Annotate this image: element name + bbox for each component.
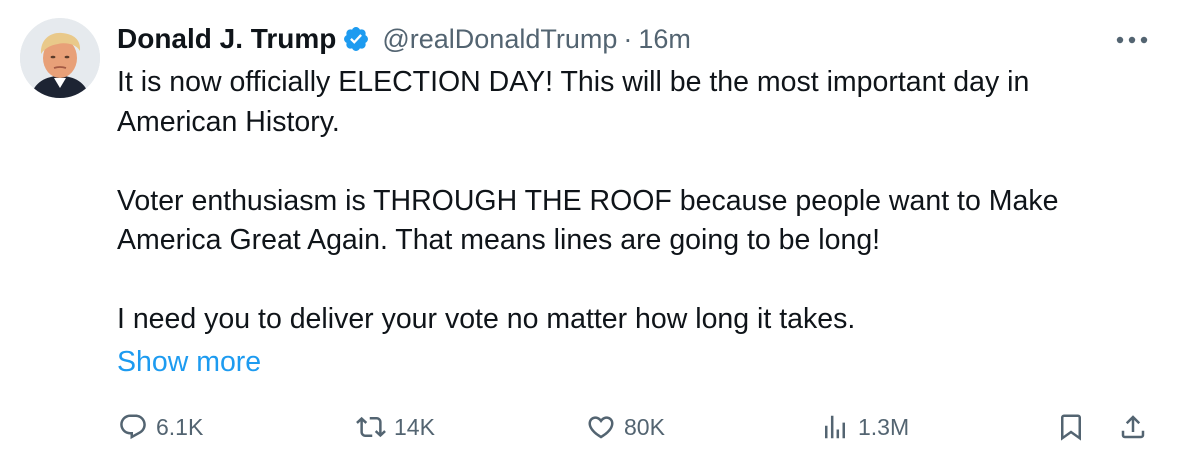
retweet-count: 14K bbox=[394, 413, 435, 440]
more-options-button[interactable] bbox=[1112, 22, 1152, 58]
bookmark-button[interactable] bbox=[1056, 405, 1086, 449]
bookmark-icon bbox=[1056, 412, 1086, 442]
tweet-text: It is now officially ELECTION DAY! This … bbox=[117, 63, 1147, 340]
avatar-image bbox=[20, 18, 100, 98]
retweet-button[interactable]: 14K bbox=[356, 405, 435, 449]
reply-button[interactable]: 6.1K bbox=[118, 405, 203, 449]
more-horizontal-icon bbox=[1116, 36, 1148, 44]
tweet-paragraph-1: It is now officially ELECTION DAY! This … bbox=[117, 66, 1030, 138]
tweet-header: Donald J. Trump @realDonaldTrump · 16m bbox=[117, 20, 691, 58]
share-icon bbox=[1118, 412, 1148, 442]
like-button[interactable]: 80K bbox=[586, 405, 665, 449]
tweet-paragraph-3: I need you to deliver your vote no matte… bbox=[117, 303, 856, 335]
views-button[interactable]: 1.3M bbox=[820, 405, 909, 449]
verified-badge-icon[interactable] bbox=[342, 25, 370, 53]
like-count: 80K bbox=[624, 413, 665, 440]
tweet-paragraph-2: Voter enthusiasm is THROUGH THE ROOF bec… bbox=[117, 184, 1059, 257]
views-count: 1.3M bbox=[858, 413, 910, 440]
display-name[interactable]: Donald J. Trump bbox=[117, 23, 336, 55]
reply-icon bbox=[118, 412, 148, 442]
reply-count: 6.1K bbox=[156, 413, 204, 440]
avatar[interactable] bbox=[20, 18, 100, 98]
timestamp[interactable]: 16m bbox=[638, 24, 691, 55]
action-bar: 6.1K 14K 80K 1.3M bbox=[0, 405, 1186, 449]
handle[interactable]: @realDonaldTrump bbox=[382, 24, 617, 55]
analytics-icon bbox=[820, 412, 850, 442]
show-more-link[interactable]: Show more bbox=[117, 342, 261, 382]
heart-icon bbox=[586, 412, 616, 442]
tweet[interactable]: Donald J. Trump @realDonaldTrump · 16m I… bbox=[0, 0, 1186, 466]
retweet-icon bbox=[356, 412, 386, 442]
separator-dot: · bbox=[623, 23, 633, 54]
share-button[interactable] bbox=[1118, 405, 1148, 449]
